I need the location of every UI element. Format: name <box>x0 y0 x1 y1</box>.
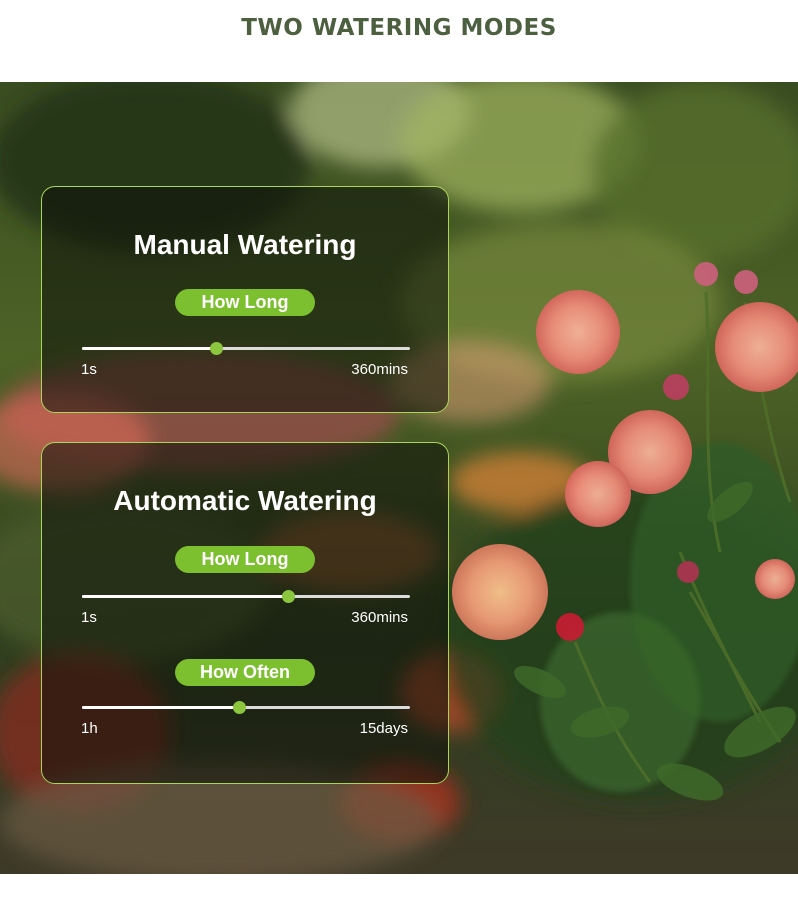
manual-how-long-max-label: 360mins <box>351 361 408 378</box>
manual-how-long-min-label: 1s <box>81 361 97 378</box>
automatic-how-long-fill <box>82 595 289 598</box>
automatic-how-often-max-label: 15days <box>359 720 408 737</box>
manual-watering-title: Manual Watering <box>133 229 357 260</box>
page-title: TWO WATERING MODES <box>241 15 557 41</box>
automatic-how-long-max-label: 360mins <box>351 609 408 626</box>
automatic-how-often-min-label: 1h <box>81 720 98 737</box>
rose-garden-background: Manual Watering How Long 1s 360mins Auto… <box>0 82 798 874</box>
manual-watering-panel: Manual Watering How Long 1s 360mins <box>41 186 449 413</box>
automatic-how-long-badge: How Long <box>175 546 315 573</box>
manual-how-long-fill <box>82 347 217 350</box>
automatic-how-long-min-label: 1s <box>81 609 97 626</box>
automatic-watering-panel: Automatic Watering How Long 1s 360mins H… <box>41 442 449 784</box>
footer-strip <box>0 874 798 900</box>
automatic-how-often-fill <box>82 706 240 709</box>
automatic-how-often-thumb[interactable] <box>232 701 246 714</box>
manual-how-long-thumb[interactable] <box>209 342 223 355</box>
automatic-watering-title: Automatic Watering <box>113 485 377 516</box>
automatic-how-long-slider[interactable] <box>82 590 410 603</box>
manual-how-long-slider[interactable] <box>82 342 410 355</box>
automatic-how-often-slider[interactable] <box>82 701 410 714</box>
automatic-how-often-badge: How Often <box>175 659 315 686</box>
automatic-how-long-thumb[interactable] <box>282 590 296 603</box>
header: TWO WATERING MODES <box>0 0 798 82</box>
manual-how-long-badge: How Long <box>175 289 315 316</box>
